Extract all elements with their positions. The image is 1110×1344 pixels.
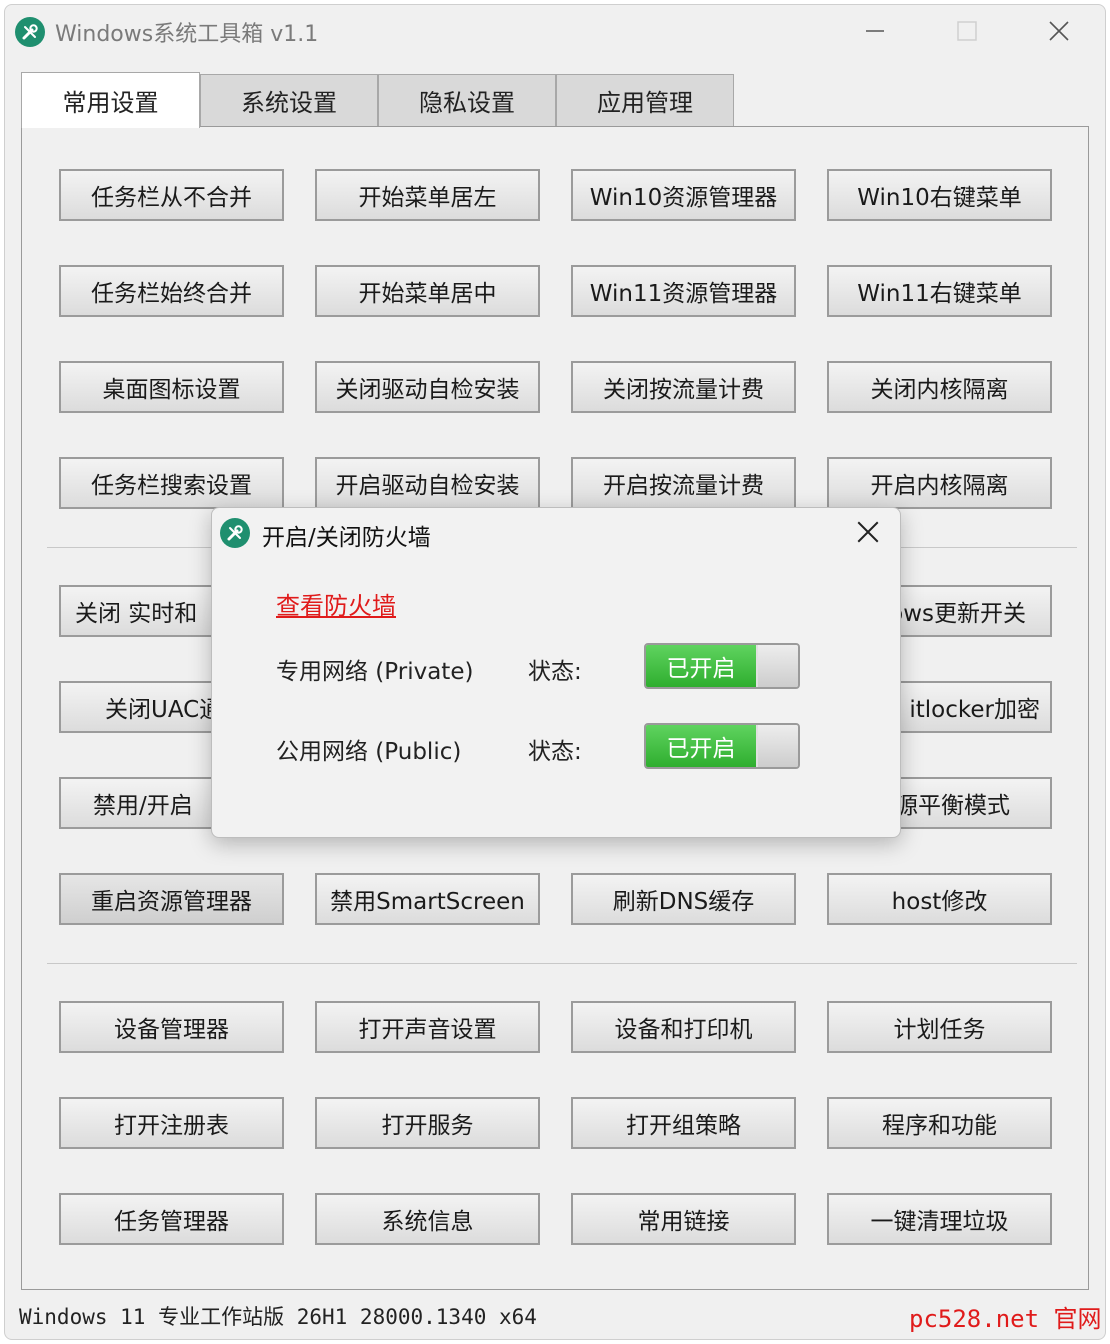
task-manager-button[interactable]: 任务管理器 [59, 1193, 284, 1245]
private-state-label: 状态: [528, 659, 582, 685]
group-policy-button[interactable]: 打开组策略 [571, 1097, 796, 1149]
common-links-button[interactable]: 常用链接 [571, 1193, 796, 1245]
tab-system-settings[interactable]: 系统设置 [200, 74, 378, 126]
toggle-on-label: 已开启 [646, 645, 756, 687]
minimize-icon [866, 30, 884, 32]
firewall-dialog: 开启/关闭防火墙 查看防火墙 专用网络 (Private) 状态: 已开启 公用… [211, 507, 901, 838]
disable-smartscreen-button[interactable]: 禁用SmartScreen [315, 873, 540, 925]
disable-core-isolation-button[interactable]: 关闭内核隔离 [827, 361, 1052, 413]
minimize-button[interactable] [855, 11, 895, 51]
maximize-button[interactable] [947, 11, 987, 51]
close-icon [857, 521, 879, 543]
enable-core-isolation-button[interactable]: 开启内核隔离 [827, 457, 1052, 509]
public-state-label: 状态: [528, 739, 582, 765]
disable-metered-connection-button[interactable]: 关闭按流量计费 [571, 361, 796, 413]
close-button[interactable] [1039, 11, 1079, 51]
sound-settings-button[interactable]: 打开声音设置 [315, 1001, 540, 1053]
enable-driver-autoinstall-button[interactable]: 开启驱动自检安装 [315, 457, 540, 509]
dialog-close-button[interactable] [850, 514, 886, 550]
dialog-title: 开启/关闭防火墙 [262, 525, 431, 551]
system-info-button[interactable]: 系统信息 [315, 1193, 540, 1245]
edit-hosts-button[interactable]: host修改 [827, 873, 1052, 925]
restart-explorer-button[interactable]: 重启资源管理器 [59, 873, 284, 925]
toggle-on-label: 已开启 [646, 725, 756, 767]
clean-junk-button[interactable]: 一键清理垃圾 [827, 1193, 1052, 1245]
win11-context-menu-button[interactable]: Win11右键菜单 [827, 265, 1052, 317]
window-title: Windows系统工具箱 v1.1 [55, 22, 319, 47]
tab-privacy-settings[interactable]: 隐私设置 [378, 74, 556, 126]
devices-printers-button[interactable]: 设备和打印机 [571, 1001, 796, 1053]
private-network-label: 专用网络 (Private) [276, 659, 474, 685]
taskbar-always-combine-button[interactable]: 任务栏始终合并 [59, 265, 284, 317]
enable-metered-connection-button[interactable]: 开启按流量计费 [571, 457, 796, 509]
programs-features-button[interactable]: 程序和功能 [827, 1097, 1052, 1149]
win10-context-menu-button[interactable]: Win10右键菜单 [827, 169, 1052, 221]
taskbar-never-combine-button[interactable]: 任务栏从不合并 [59, 169, 284, 221]
public-firewall-toggle[interactable]: 已开启 [644, 723, 800, 769]
start-menu-left-button[interactable]: 开始菜单居左 [315, 169, 540, 221]
desktop-icon-settings-button[interactable]: 桌面图标设置 [59, 361, 284, 413]
tab-app-management[interactable]: 应用管理 [556, 74, 734, 126]
toggle-knob[interactable] [758, 645, 798, 687]
title-bar[interactable]: Windows系统工具箱 v1.1 [5, 5, 1105, 57]
toggle-knob[interactable] [758, 725, 798, 767]
tab-common-settings[interactable]: 常用设置 [21, 72, 200, 128]
close-icon [1049, 21, 1069, 41]
flush-dns-button[interactable]: 刷新DNS缓存 [571, 873, 796, 925]
divider [47, 963, 1077, 964]
public-network-label: 公用网络 (Public) [276, 739, 462, 765]
site-link[interactable]: pc528.net 官网 [909, 1299, 1102, 1334]
device-manager-button[interactable]: 设备管理器 [59, 1001, 284, 1053]
view-firewall-link[interactable]: 查看防火墙 [276, 586, 396, 621]
disable-driver-autoinstall-button[interactable]: 关闭驱动自检安装 [315, 361, 540, 413]
tools-icon [15, 17, 45, 47]
win10-explorer-button[interactable]: Win10资源管理器 [571, 169, 796, 221]
taskbar-search-settings-button[interactable]: 任务栏搜索设置 [59, 457, 284, 509]
task-scheduler-button[interactable]: 计划任务 [827, 1001, 1052, 1053]
maximize-icon [957, 21, 977, 41]
start-menu-center-button[interactable]: 开始菜单居中 [315, 265, 540, 317]
win11-explorer-button[interactable]: Win11资源管理器 [571, 265, 796, 317]
system-info-text: Windows 11 专业工作站版 26H1 28000.1340 x64 [19, 1305, 537, 1329]
private-firewall-toggle[interactable]: 已开启 [644, 643, 800, 689]
tools-icon [220, 518, 250, 548]
registry-editor-button[interactable]: 打开注册表 [59, 1097, 284, 1149]
services-button[interactable]: 打开服务 [315, 1097, 540, 1149]
